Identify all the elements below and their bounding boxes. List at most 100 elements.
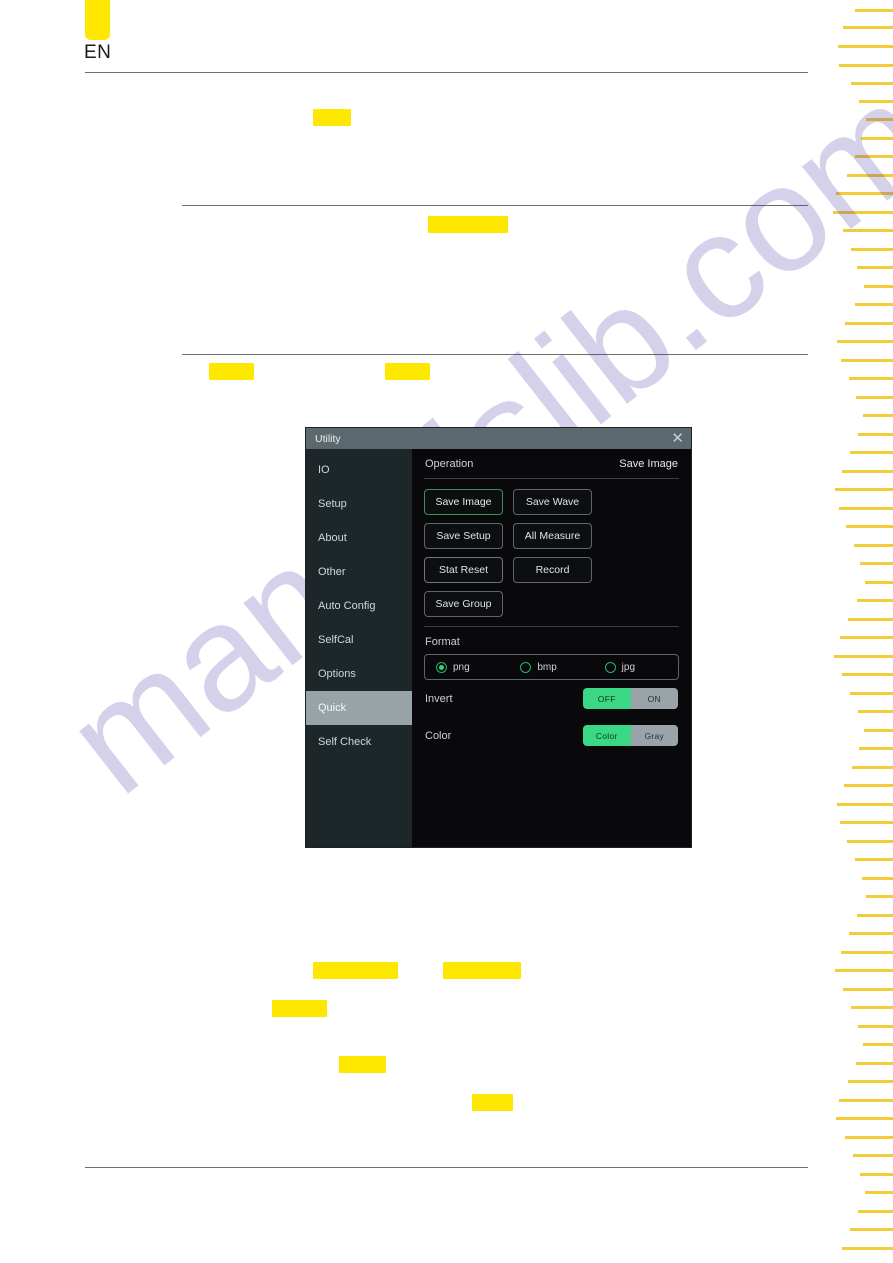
margin-mark-25 bbox=[842, 470, 893, 473]
margin-mark-29 bbox=[854, 544, 893, 547]
margin-mark-8 bbox=[855, 155, 893, 158]
margin-mark-3 bbox=[839, 64, 893, 67]
margin-mark-15 bbox=[864, 285, 893, 288]
sidebar-item-options[interactable]: Options bbox=[306, 657, 412, 691]
language-label: EN bbox=[84, 42, 112, 63]
sidebar-item-about[interactable]: About bbox=[306, 521, 412, 555]
margin-mark-45 bbox=[847, 840, 893, 843]
manual-page: EN manualslib.com Utility ✕ IOSetupAbout… bbox=[0, 0, 893, 1263]
margin-mark-67 bbox=[842, 1247, 893, 1250]
sidebar-item-selfcal[interactable]: SelfCal bbox=[306, 623, 412, 657]
redacted-text-8 bbox=[472, 1094, 513, 1111]
save-setup-button[interactable]: Save Setup bbox=[424, 523, 503, 549]
operation-button-grid: Save Image Save Wave Save Setup All Measure… bbox=[422, 479, 681, 626]
redacted-text-5 bbox=[443, 962, 521, 979]
record-button[interactable]: Record bbox=[513, 557, 592, 583]
format-option-label: jpg bbox=[621, 661, 636, 673]
margin-mark-36 bbox=[842, 673, 893, 676]
invert-off-segment[interactable]: OFF bbox=[583, 688, 631, 709]
margin-mark-60 bbox=[836, 1117, 893, 1120]
margin-mark-23 bbox=[858, 433, 893, 436]
radio-bmp-icon[interactable] bbox=[520, 661, 532, 673]
margin-mark-18 bbox=[837, 340, 893, 343]
format-option-jpg[interactable]: jpg bbox=[594, 661, 678, 673]
margin-mark-26 bbox=[835, 488, 893, 491]
margin-mark-52 bbox=[835, 969, 893, 972]
dialog-titlebar: Utility ✕ bbox=[306, 428, 691, 449]
margin-mark-12 bbox=[843, 229, 893, 232]
redacted-text-4 bbox=[313, 962, 398, 979]
header-rule bbox=[85, 72, 808, 73]
utility-dialog: Utility ✕ IO Setup About Other Auto Config Se… bbox=[306, 428, 691, 847]
format-radio-group: png bmp jpg bbox=[424, 654, 679, 680]
margin-mark-13 bbox=[851, 248, 893, 251]
margin-mark-63 bbox=[860, 1173, 893, 1176]
color-segment[interactable]: Color bbox=[583, 725, 631, 746]
bookmark-tab bbox=[85, 0, 110, 40]
margin-mark-9 bbox=[847, 174, 893, 177]
margin-mark-32 bbox=[857, 599, 893, 602]
margin-mark-48 bbox=[866, 895, 893, 898]
invert-row: Invert OFF ON bbox=[422, 680, 681, 717]
color-label: Color bbox=[425, 729, 452, 742]
margin-mark-54 bbox=[851, 1006, 893, 1009]
margin-mark-33 bbox=[848, 618, 893, 621]
sidebar-item-quick[interactable]: Quick bbox=[306, 691, 412, 725]
redacted-text-1 bbox=[428, 216, 508, 233]
margin-mark-4 bbox=[851, 82, 893, 85]
sidebar-item-setup[interactable]: Setup bbox=[306, 487, 412, 521]
sidebar-item-other[interactable]: Other bbox=[306, 555, 412, 589]
gray-segment[interactable]: Gray bbox=[630, 725, 678, 746]
dialog-title: Utility bbox=[315, 432, 341, 445]
sidebar-item-io[interactable]: IO bbox=[306, 453, 412, 487]
redacted-text-3 bbox=[385, 363, 430, 380]
close-icon[interactable]: ✕ bbox=[671, 431, 684, 446]
operation-label: Operation bbox=[425, 457, 474, 470]
margin-mark-57 bbox=[856, 1062, 893, 1065]
invert-label: Invert bbox=[425, 692, 453, 705]
save-image-button[interactable]: Save Image bbox=[424, 489, 503, 515]
margin-mark-31 bbox=[865, 581, 893, 584]
margin-mark-24 bbox=[850, 451, 893, 454]
margin-mark-65 bbox=[858, 1210, 893, 1213]
margin-mark-10 bbox=[836, 192, 893, 195]
operation-value: Save Image bbox=[619, 457, 678, 470]
margin-mark-0 bbox=[855, 9, 893, 12]
margin-mark-11 bbox=[833, 211, 893, 214]
invert-on-segment[interactable]: ON bbox=[630, 688, 678, 709]
stat-reset-button[interactable]: Stat Reset bbox=[424, 557, 503, 583]
margin-mark-30 bbox=[860, 562, 893, 565]
margin-mark-6 bbox=[866, 118, 893, 121]
color-toggle[interactable]: Color Gray bbox=[583, 725, 678, 746]
redacted-text-2 bbox=[209, 363, 254, 380]
save-group-button[interactable]: Save Group bbox=[424, 591, 503, 617]
margin-mark-22 bbox=[863, 414, 893, 417]
margin-mark-35 bbox=[834, 655, 893, 658]
margin-mark-20 bbox=[849, 377, 893, 380]
all-measure-button[interactable]: All Measure bbox=[513, 523, 592, 549]
format-option-bmp[interactable]: bmp bbox=[509, 661, 593, 673]
margin-mark-2 bbox=[838, 45, 893, 48]
margin-mark-49 bbox=[857, 914, 893, 917]
invert-toggle[interactable]: OFF ON bbox=[583, 688, 678, 709]
save-wave-button[interactable]: Save Wave bbox=[513, 489, 592, 515]
color-row: Color Color Gray bbox=[422, 717, 681, 754]
margin-mark-43 bbox=[837, 803, 893, 806]
redacted-text-6 bbox=[272, 1000, 327, 1017]
radio-png-icon[interactable] bbox=[436, 661, 447, 673]
margin-mark-64 bbox=[865, 1191, 893, 1194]
sidebar-item-auto-config[interactable]: Auto Config bbox=[306, 589, 412, 623]
sidebar-item-self-check[interactable]: Self Check bbox=[306, 725, 412, 759]
margin-mark-58 bbox=[848, 1080, 893, 1083]
margin-mark-16 bbox=[855, 303, 893, 306]
margin-mark-41 bbox=[852, 766, 893, 769]
margin-mark-40 bbox=[859, 747, 893, 750]
radio-jpg-icon[interactable] bbox=[604, 661, 616, 673]
operation-header: Operation Save Image bbox=[422, 449, 681, 478]
margin-mark-66 bbox=[850, 1228, 893, 1231]
margin-mark-51 bbox=[841, 951, 893, 954]
section-rule-1 bbox=[182, 205, 808, 206]
format-option-png[interactable]: png bbox=[425, 661, 509, 673]
margin-mark-61 bbox=[845, 1136, 893, 1139]
format-option-label: png bbox=[453, 661, 470, 673]
